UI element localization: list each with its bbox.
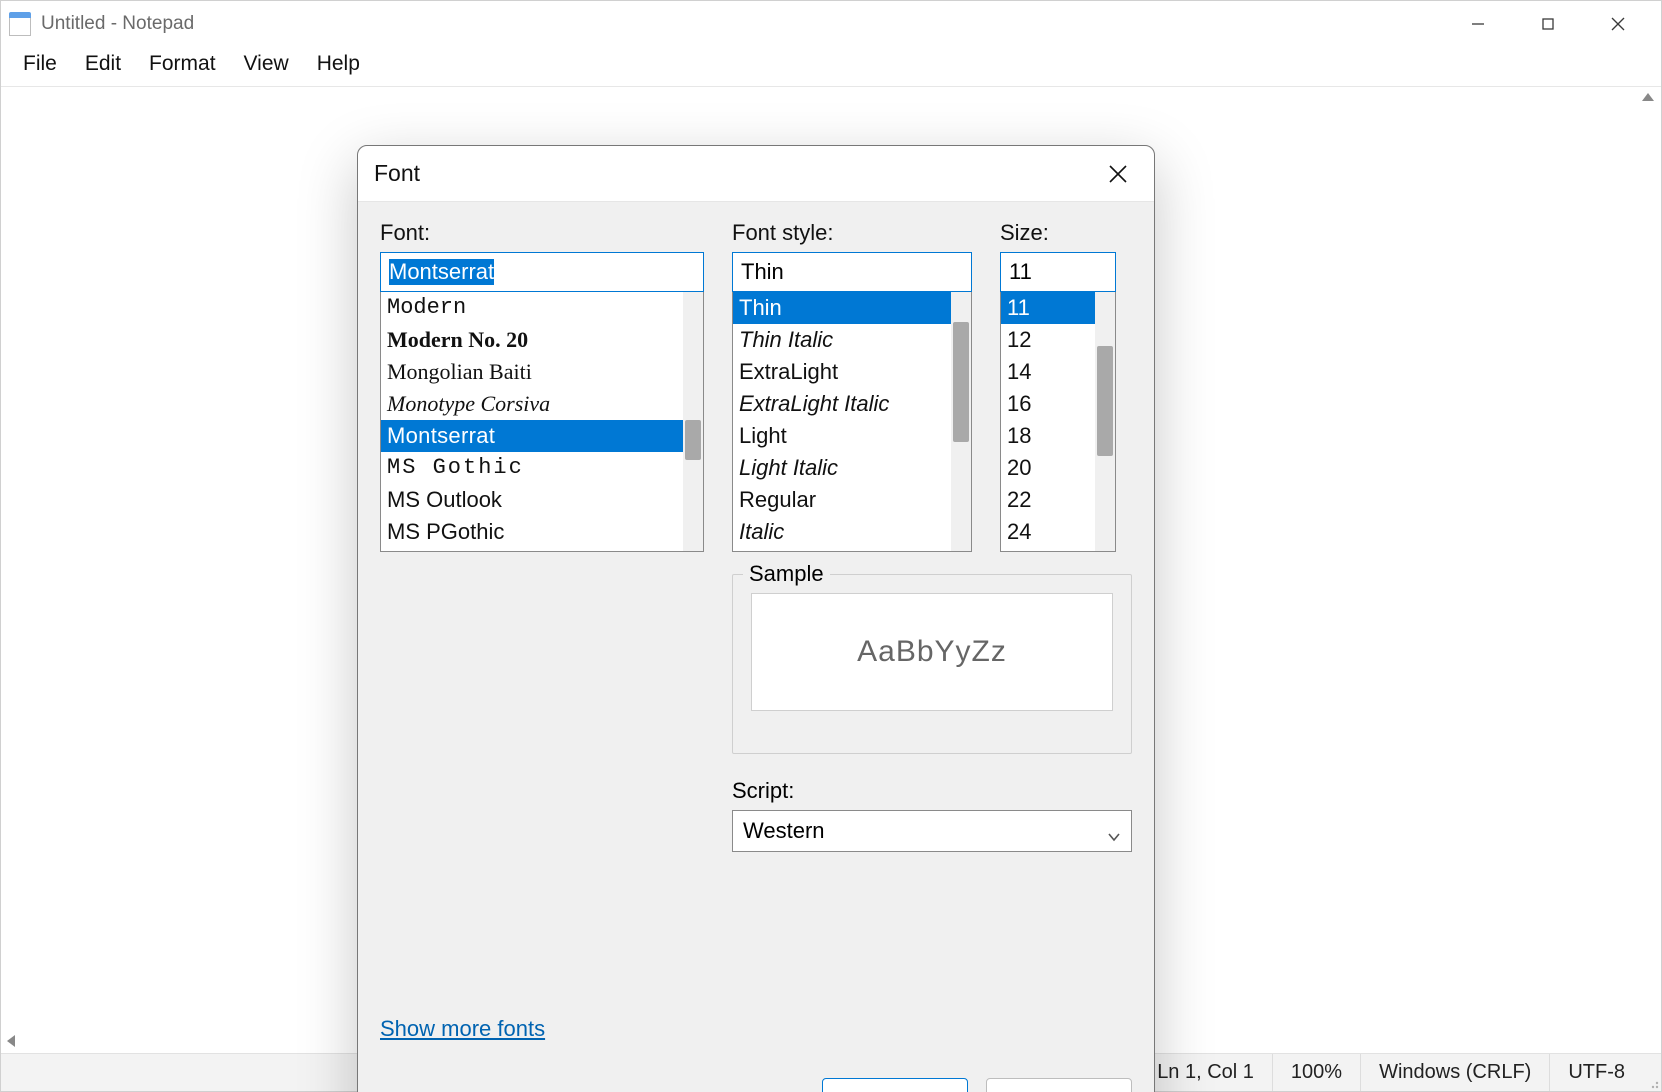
- size-list-item[interactable]: 22: [1001, 484, 1095, 516]
- dialog-title: Font: [374, 160, 420, 187]
- font-input[interactable]: [380, 252, 704, 292]
- style-label: Font style:: [732, 220, 972, 246]
- sample-label: Sample: [743, 561, 830, 587]
- menu-help[interactable]: Help: [303, 48, 374, 80]
- sample-preview: AaBbYyZz: [751, 593, 1113, 711]
- menubar: File Edit Format View Help: [1, 47, 1661, 87]
- font-list-item[interactable]: MS Gothic: [381, 452, 683, 484]
- font-list-scrollbar[interactable]: [683, 292, 703, 551]
- style-list-item[interactable]: Thin: [733, 292, 951, 324]
- maximize-button[interactable]: [1513, 1, 1583, 47]
- minimize-button[interactable]: [1443, 1, 1513, 47]
- status-line-ending: Windows (CRLF): [1360, 1054, 1549, 1091]
- font-list-item[interactable]: Modern: [381, 292, 683, 324]
- style-list-item[interactable]: Thin Italic: [733, 324, 951, 356]
- script-value: Western: [743, 818, 825, 844]
- notepad-window: Untitled - Notepad File Edit Format View…: [0, 0, 1662, 1092]
- vertical-scrollbar[interactable]: [1639, 89, 1659, 113]
- font-list-item[interactable]: Modern No. 20: [381, 324, 683, 356]
- cancel-button[interactable]: Cancel: [986, 1078, 1132, 1092]
- size-list-item[interactable]: 11: [1001, 292, 1095, 324]
- dialog-titlebar: Font: [358, 146, 1154, 202]
- font-listbox[interactable]: ModernModern No. 20Mongolian BaitiMonoty…: [380, 292, 704, 552]
- notepad-icon: [9, 12, 31, 36]
- size-list-item[interactable]: 14: [1001, 356, 1095, 388]
- editor-area[interactable]: Font Font: ModernModern No. 20Mongolian …: [1, 87, 1661, 1053]
- font-list-item[interactable]: MS PGothic: [381, 516, 683, 548]
- size-list-item[interactable]: 12: [1001, 324, 1095, 356]
- size-listbox[interactable]: 1112141618202224: [1000, 292, 1116, 552]
- size-input[interactable]: [1000, 252, 1116, 292]
- size-list-item[interactable]: 18: [1001, 420, 1095, 452]
- menu-view[interactable]: View: [230, 48, 303, 80]
- script-label: Script:: [732, 778, 1132, 804]
- size-list-item[interactable]: 16: [1001, 388, 1095, 420]
- style-list-item[interactable]: ExtraLight: [733, 356, 951, 388]
- style-list-item[interactable]: Light Italic: [733, 452, 951, 484]
- style-input[interactable]: [732, 252, 972, 292]
- close-button[interactable]: [1583, 1, 1653, 47]
- size-list-scrollbar[interactable]: [1095, 292, 1115, 551]
- style-list-item[interactable]: ExtraLight Italic: [733, 388, 951, 420]
- menu-edit[interactable]: Edit: [71, 48, 135, 80]
- size-list-item[interactable]: 20: [1001, 452, 1095, 484]
- minimize-icon: [1470, 16, 1486, 32]
- status-encoding: UTF-8: [1549, 1054, 1643, 1091]
- window-title: Untitled - Notepad: [41, 13, 194, 35]
- dialog-close-button[interactable]: [1096, 152, 1140, 196]
- style-list-item[interactable]: Italic: [733, 516, 951, 548]
- style-list-item[interactable]: Light: [733, 420, 951, 452]
- font-list-item[interactable]: MS Outlook: [381, 484, 683, 516]
- menu-format[interactable]: Format: [135, 48, 230, 80]
- font-list-item[interactable]: Monotype Corsiva: [381, 388, 683, 420]
- style-list-item[interactable]: Regular: [733, 484, 951, 516]
- font-dialog: Font Font: ModernModern No. 20Mongolian …: [357, 145, 1155, 1092]
- font-label: Font:: [380, 220, 704, 246]
- status-position: Ln 1, Col 1: [1138, 1054, 1272, 1091]
- titlebar: Untitled - Notepad: [1, 1, 1661, 47]
- font-list-item[interactable]: Mongolian Baiti: [381, 356, 683, 388]
- show-more-fonts-link[interactable]: Show more fonts: [380, 1016, 545, 1042]
- status-zoom: 100%: [1272, 1054, 1360, 1091]
- resize-grip-icon[interactable]: [1643, 1054, 1661, 1091]
- chevron-down-icon: [1107, 824, 1121, 838]
- horizontal-scrollbar[interactable]: [5, 1033, 23, 1051]
- size-label: Size:: [1000, 220, 1116, 246]
- maximize-icon: [1541, 17, 1555, 31]
- ok-button[interactable]: OK: [822, 1078, 968, 1092]
- style-list-scrollbar[interactable]: [951, 292, 971, 551]
- window-controls: [1443, 1, 1653, 47]
- sample-group: Sample AaBbYyZz: [732, 574, 1132, 754]
- close-icon: [1610, 16, 1626, 32]
- close-icon: [1108, 164, 1128, 184]
- style-listbox[interactable]: ThinThin ItalicExtraLightExtraLight Ital…: [732, 292, 972, 552]
- font-list-item[interactable]: Montserrat: [381, 420, 683, 452]
- size-list-item[interactable]: 24: [1001, 516, 1095, 548]
- script-select[interactable]: Western: [732, 810, 1132, 852]
- menu-file[interactable]: File: [9, 48, 71, 80]
